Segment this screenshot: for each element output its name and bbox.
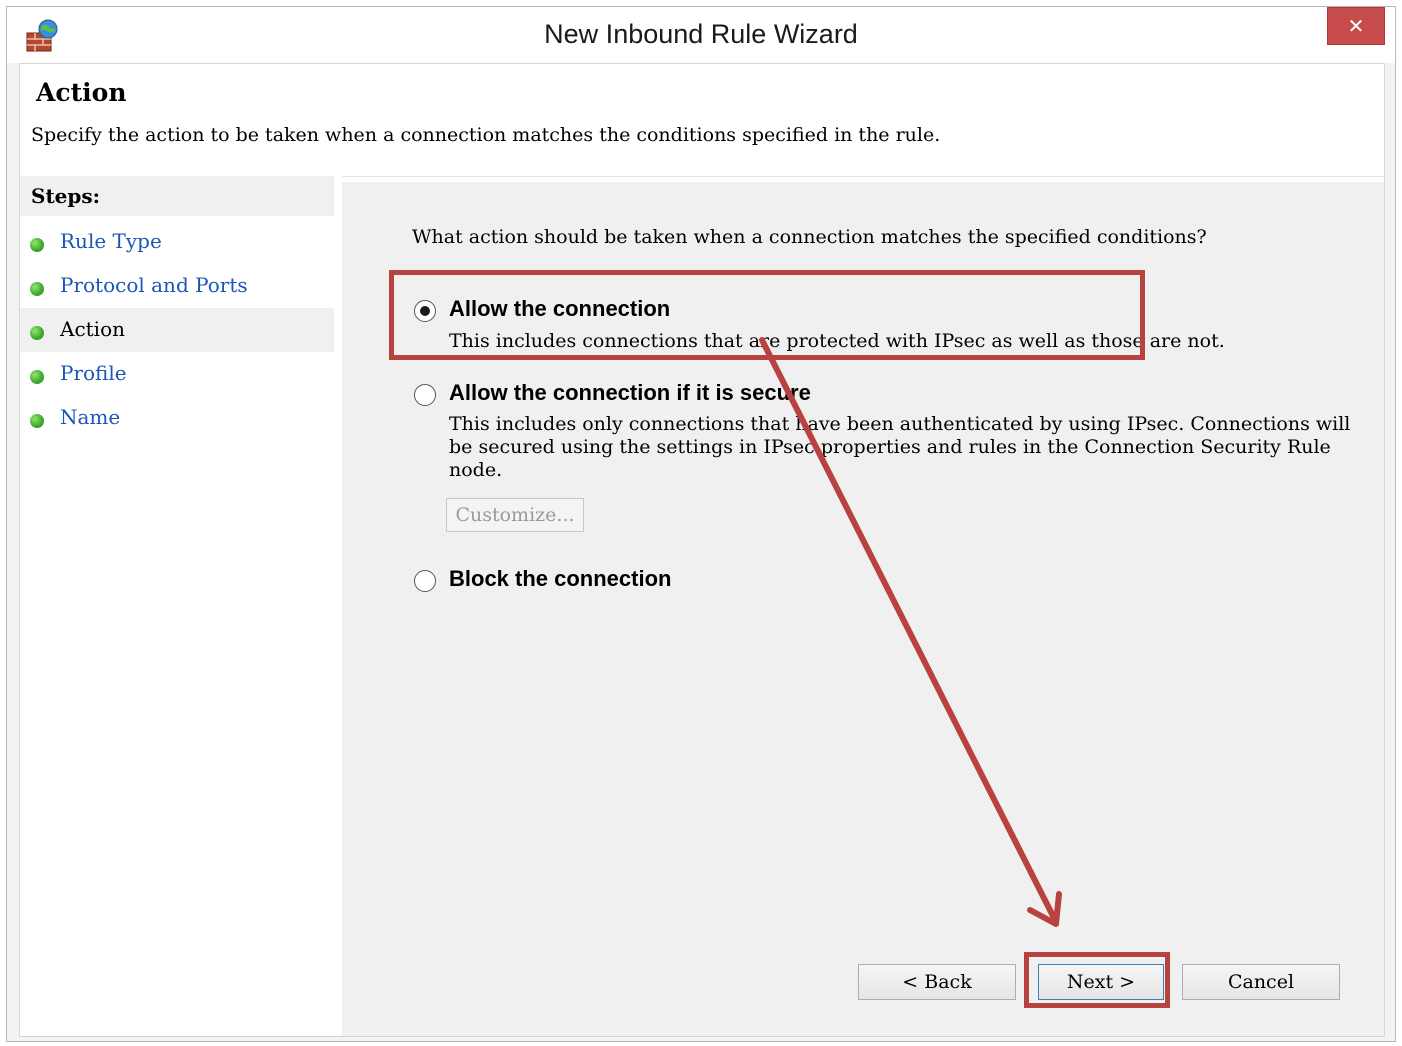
annotation-arrow bbox=[759, 337, 1062, 927]
